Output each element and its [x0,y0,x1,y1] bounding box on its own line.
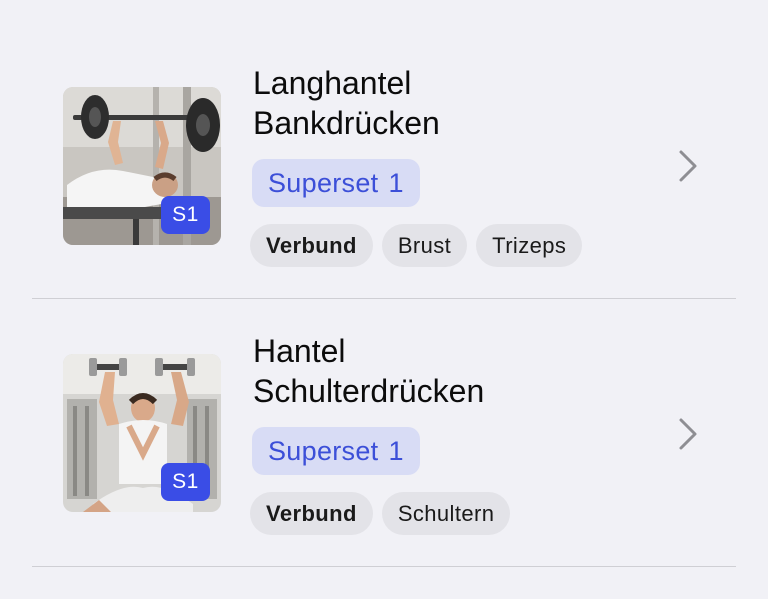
exercise-row-barbell-bench-press[interactable]: S1 Langhantel Bankdrücken Superset 1 Ver… [0,32,768,300]
superset-badge-number: 1 [388,435,404,466]
exercise-title-line1: Hantel [253,333,346,369]
tag-movement-type: Verbund [250,492,373,535]
exercise-row-dumbbell-shoulder-press[interactable]: S1 Hantel Schulterdrücken Superset 1 Ver… [0,300,768,568]
exercise-thumbnail: S1 [63,87,221,245]
tag-muscle: Trizeps [476,224,583,267]
tag-movement-type: Verbund [250,224,373,267]
tag-muscle: Schultern [381,492,511,535]
superset-badge-number: 1 [388,167,404,198]
exercise-title: Hantel Schulterdrücken [253,331,653,411]
tag-muscle: Brust [381,224,468,267]
exercise-title-line2: Schulterdrücken [253,373,485,409]
chevron-right-icon[interactable] [676,417,700,451]
superset-badge-label: Superset [268,167,379,198]
exercise-title: Langhantel Bankdrücken [253,63,653,143]
row-divider [32,566,736,567]
muscle-tags: Verbund Schultern [250,492,511,535]
exercise-title-line2: Bankdrücken [253,105,440,141]
superset-chip: S1 [161,463,210,501]
chevron-right-icon[interactable] [676,149,700,183]
exercise-title-line1: Langhantel [253,65,412,101]
superset-badge-label: Superset [268,435,379,466]
muscle-tags: Verbund Brust Trizeps [250,224,583,267]
superset-chip: S1 [161,196,210,234]
exercise-thumbnail: S1 [63,354,221,512]
row-divider [32,298,736,299]
superset-badge: Superset 1 [252,427,420,475]
superset-badge: Superset 1 [252,159,420,207]
